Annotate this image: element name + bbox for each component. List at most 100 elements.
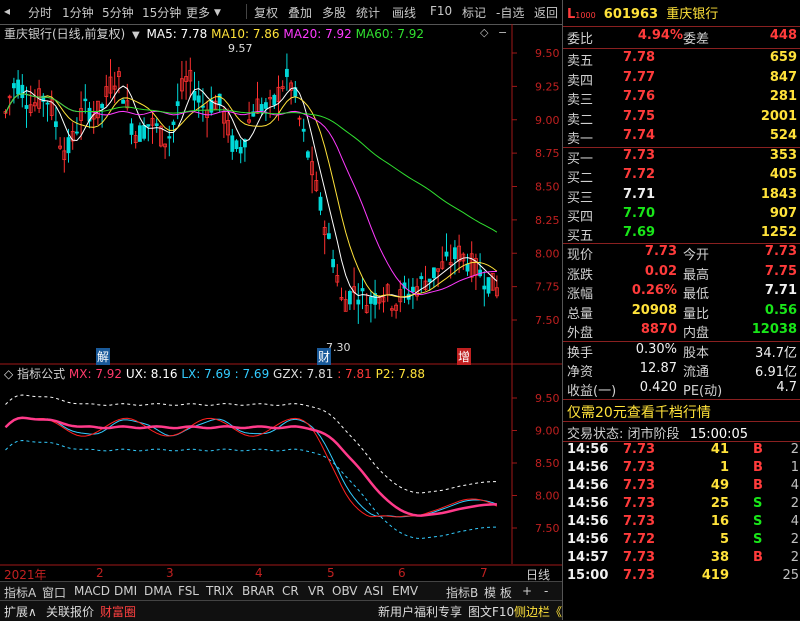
tab-add[interactable]: +	[522, 584, 532, 598]
sell-row[interactable]: 卖一 7.74 524	[563, 128, 800, 148]
sell-volume: 281	[769, 89, 797, 104]
level2-promo[interactable]: 仅需20元查看千档行情	[567, 402, 711, 422]
kline-chart[interactable]: 9.50 9.25 9.00 8.75 8.50 8.25 8.00 7.75 7.50 9.5…	[0, 24, 562, 581]
buy-price: 7.72	[623, 167, 656, 183]
stat-row: 外盘 8870 内盘 12038	[563, 322, 800, 342]
buy-row[interactable]: 买二 7.72 405	[563, 167, 800, 187]
period-1min[interactable]: 1分钟	[62, 4, 94, 21]
expand-button[interactable]: 扩展∧	[4, 603, 37, 620]
sidebar-toggle[interactable]: 侧边栏《	[514, 603, 562, 620]
tab-macd[interactable]: MACD	[74, 584, 110, 598]
order-ratio-row: 委比 4.94% 委差 448	[567, 28, 797, 47]
mark-button[interactable]: 标记	[462, 4, 486, 21]
tick-row: 14:56 7.73 25 S 2	[563, 496, 800, 516]
price-axis: 9.50 9.25 9.00 8.75 8.50 8.25 8.00 7.75 7.50	[512, 47, 560, 327]
overlay-button[interactable]: 叠加	[288, 4, 312, 21]
tick-count: 4	[790, 514, 799, 529]
indicator-title[interactable]: 指标公式	[17, 367, 65, 381]
legend-dropdown-icon[interactable]: ▼	[132, 30, 140, 41]
sell-price: 7.75	[623, 108, 656, 124]
tick-time: 14:56	[567, 460, 609, 475]
tab-fsl[interactable]: FSL	[178, 584, 199, 598]
buy-row[interactable]: 买三 7.71 1843	[563, 187, 800, 207]
tick-time: 14:56	[567, 514, 609, 529]
sell-row[interactable]: 卖二 7.75 2001	[563, 109, 800, 129]
tab-window[interactable]: 窗口	[42, 584, 66, 601]
fundamental-value: 0.30%	[635, 342, 677, 357]
candle-body	[192, 90, 197, 101]
tab-dma[interactable]: DMA	[144, 584, 172, 598]
wealth-circle-button[interactable]: 财富圈	[100, 603, 136, 620]
tick-volume: 419	[701, 568, 729, 583]
stat-label: 内盘	[683, 326, 710, 341]
sell-level-label: 卖四	[567, 73, 594, 89]
stat-value: 0.26%	[631, 283, 677, 298]
buy-row[interactable]: 买一 7.73 353	[563, 148, 800, 168]
event-marker-add[interactable]: 增	[457, 348, 472, 365]
tick-direction: S	[753, 532, 763, 547]
candle-body	[305, 151, 310, 158]
new-user-promo[interactable]: 新用户福利专享	[378, 603, 462, 620]
indicator-settings-icon[interactable]: ◇	[4, 367, 13, 381]
related-quotes-button[interactable]: 关联报价	[46, 603, 94, 620]
candle-body	[24, 105, 29, 109]
quote-header: L1000 601963 重庆银行	[567, 7, 719, 22]
fundamental-label: 净资	[567, 365, 594, 380]
settings-icon[interactable]: ◇	[480, 26, 488, 39]
tab-indicator-a[interactable]: 指标A	[4, 584, 36, 601]
period-more[interactable]: 更多	[186, 4, 210, 21]
candle-body	[238, 146, 243, 154]
candle-body	[45, 102, 50, 105]
f10-button[interactable]: F10	[430, 4, 452, 18]
tick-time: 14:56	[567, 496, 609, 511]
stat-row: 总量 20908 量比 0.56	[563, 303, 800, 323]
event-marker-finance[interactable]: 财	[317, 348, 332, 365]
candle-body	[259, 104, 264, 112]
tab-emv[interactable]: EMV	[392, 584, 418, 598]
adjust-button[interactable]: 复权	[254, 4, 278, 21]
multi-stock-button[interactable]: 多股	[322, 4, 346, 21]
fundamental-row: 收益(一) 0.420 PE(动) 4.7	[563, 380, 800, 400]
more-dropdown-icon[interactable]: ▼	[214, 8, 221, 18]
tab-trix[interactable]: TRIX	[206, 584, 233, 598]
tick-row: 14:56 7.72 5 S 2	[563, 532, 800, 552]
graphic-f10-button[interactable]: 图文F10	[468, 603, 514, 620]
stats-button[interactable]: 统计	[356, 4, 380, 21]
tab-brar[interactable]: BRAR	[242, 584, 275, 598]
tab-cr[interactable]: CR	[282, 584, 299, 598]
period-15min[interactable]: 15分钟	[142, 4, 181, 21]
remove-watchlist-button[interactable]: -自选	[496, 4, 524, 21]
period-5min[interactable]: 5分钟	[102, 4, 134, 21]
tab-template[interactable]: 模 板	[484, 584, 512, 601]
tick-volume: 49	[710, 478, 729, 493]
tab-remove[interactable]: -	[544, 584, 548, 598]
menu-icon[interactable]: ◂	[4, 4, 10, 18]
tick-count: 2	[790, 442, 799, 457]
tab-obv[interactable]: OBV	[332, 584, 358, 598]
tab-asi[interactable]: ASI	[364, 584, 383, 598]
candle-body	[11, 83, 16, 89]
stat-value: 8870	[640, 322, 677, 337]
stat-label: 最高	[683, 267, 710, 283]
sell-row[interactable]: 卖四 7.77 847	[563, 70, 800, 90]
candle-body	[234, 140, 239, 150]
back-button[interactable]: 返回	[534, 4, 558, 21]
buy-row[interactable]: 买四 7.70 907	[563, 206, 800, 226]
tick-count: 25	[782, 568, 799, 583]
tab-indicator-b[interactable]: 指标B	[446, 584, 478, 601]
candle-body	[331, 259, 336, 268]
tab-dmi[interactable]: DMI	[114, 584, 137, 598]
sell-row[interactable]: 卖三 7.76 281	[563, 89, 800, 109]
period-intraday[interactable]: 分时	[28, 4, 52, 21]
candle-body	[427, 278, 432, 283]
collapse-icon[interactable]: −	[498, 26, 507, 39]
sell-row[interactable]: 卖五 7.78 659	[563, 50, 800, 70]
tick-time: 14:57	[567, 550, 609, 565]
candle-body	[142, 125, 147, 139]
draw-line-button[interactable]: 画线	[392, 4, 416, 21]
event-marker-unlock[interactable]: 解	[96, 348, 111, 365]
tick-count: 1	[790, 460, 799, 475]
tab-vr[interactable]: VR	[308, 584, 325, 598]
sell-level-label: 卖五	[567, 54, 594, 69]
sell-price: 7.77	[623, 69, 656, 85]
